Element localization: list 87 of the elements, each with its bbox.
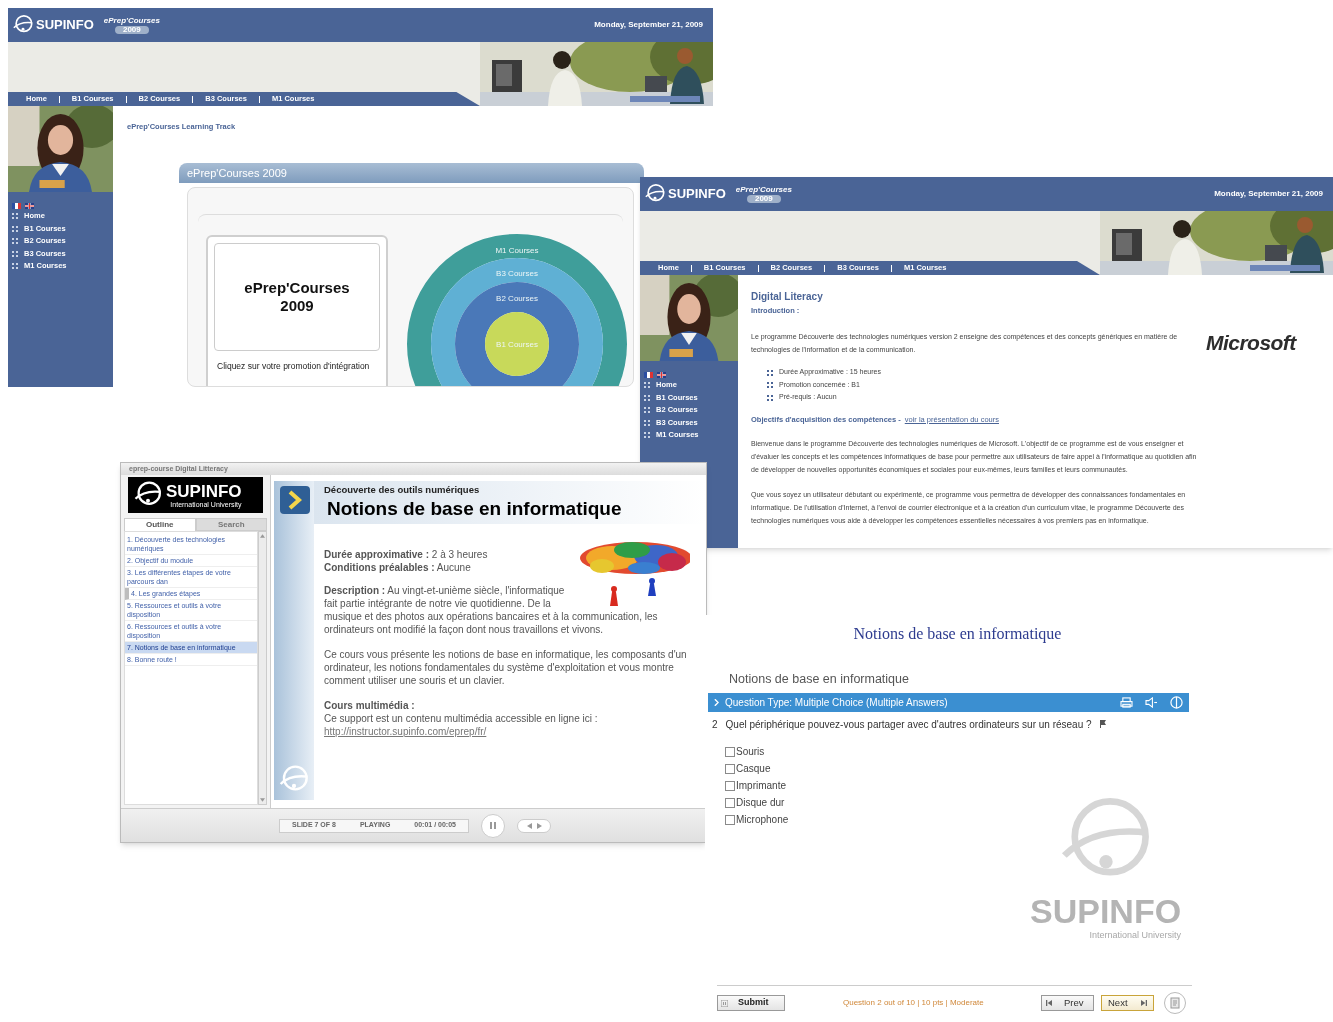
media-heading: Cours multimédia : <box>324 699 416 712</box>
bullet-icon <box>767 382 773 388</box>
media-link[interactable]: http://instructor.supinfo.com/eprep/fr/ <box>324 726 487 737</box>
results-button[interactable] <box>1164 992 1186 1014</box>
product-year: 2009 <box>114 25 149 34</box>
fact-text: Conditions préalables : Aucune <box>324 561 472 574</box>
slide-paragraph: Ce cours vous présente les notions de base en informatique, les composants d'un ordinateur, les notions fondamentales du système d'exploitation et vous montre comment utiliser une souris et un clavier. <box>324 648 688 687</box>
previous-icon <box>1046 1000 1052 1006</box>
question-text: Quel périphérique pouvez-vous partager avec d'autres ordinateurs sur un réseau ? <box>725 717 1092 732</box>
chevron-right-icon[interactable] <box>714 698 719 706</box>
option-label: Microphone <box>736 813 789 828</box>
checkbox[interactable] <box>725 797 735 808</box>
option-label: Disque dur <box>736 796 785 811</box>
background-tagline: International University <box>1089 929 1182 942</box>
ring-label: M1 Courses <box>495 246 539 256</box>
option-label: Casque <box>736 762 771 777</box>
flag-icon <box>12 203 21 209</box>
flag-icon[interactable] <box>1099 720 1106 729</box>
card-year: 2009 <box>280 297 314 316</box>
media-text: Ce support est un contenu multimédia accessible en ligne ici : <box>324 712 599 725</box>
document-icon <box>1170 997 1180 1009</box>
product-name: ePrep'Courses <box>735 185 792 194</box>
bullet-icon <box>12 225 18 232</box>
ring-label: B2 Courses <box>496 294 538 304</box>
checkbox[interactable] <box>725 763 735 774</box>
date-label: Monday, September 21, 2009 <box>594 19 703 31</box>
page-title: Digital Literacy <box>751 290 824 304</box>
bullet-icon <box>12 263 18 269</box>
next-button[interactable]: Next <box>1101 995 1154 1011</box>
logo-text: SUPINFO <box>166 482 242 500</box>
checkbox[interactable] <box>725 780 735 791</box>
pause-button[interactable] <box>481 813 505 838</box>
submit-button[interactable]: Submit <box>717 995 785 1011</box>
chevron-right-icon <box>280 486 310 514</box>
flag-icon <box>25 203 34 209</box>
bullet-icon <box>644 382 650 388</box>
date-label: Monday, September 21, 2009 <box>1214 188 1323 200</box>
previous-icon[interactable] <box>525 822 532 829</box>
ring-label: B1 Courses <box>496 340 538 350</box>
checkbox[interactable] <box>725 814 735 825</box>
question-type-label: Question Type: Multiple Choice (Multiple Answers) <box>725 695 949 710</box>
speaker-icon[interactable] <box>1145 696 1158 708</box>
info-icon[interactable] <box>1170 695 1183 709</box>
ring-label: B3 Courses <box>496 269 538 279</box>
product-name: ePrep'Courses <box>103 16 160 25</box>
partner-logo: Microsoft <box>1206 331 1296 354</box>
quiz-title: Notions de base en informatique <box>853 624 1062 645</box>
scroll-down-icon[interactable] <box>260 798 265 802</box>
bullet-icon <box>767 369 773 376</box>
slide-kicker: Découverte des outils numériques <box>324 483 481 497</box>
bullet-icon <box>644 407 650 413</box>
next-icon[interactable] <box>536 822 543 829</box>
panel-title: ePrep'Courses 2009 <box>179 163 644 184</box>
pause-icon <box>490 822 496 829</box>
tab[interactable]: Outline <box>124 518 196 531</box>
slide-title: Notions de base en informatique <box>327 497 623 522</box>
bullet-icon <box>644 394 650 401</box>
card-caption: Cliquez sur votre promotion d'intégration <box>216 361 371 372</box>
submit-icon <box>721 999 728 1007</box>
scroll-up-icon[interactable] <box>260 534 265 538</box>
checkbox[interactable] <box>725 746 735 757</box>
question-number: 2 <box>712 717 718 732</box>
prev-button[interactable]: Prev <box>1041 995 1094 1011</box>
option-label: Souris <box>736 745 765 760</box>
tab[interactable]: Search <box>195 518 267 531</box>
fact-text: Durée approximative : 2 à 3 heures <box>324 548 489 561</box>
bullet-icon <box>767 394 773 401</box>
slide-paragraph: Description : Au vingt-et-unième siècle, l'informatique fait partie intégrante de notre vie quotidienne. De la musique et des photos aux opérations bancaires et à la communication, les ordinateurs ont modifié la façon dont nous travaillons et vivons. <box>324 584 659 636</box>
background-logo: SUPINFO <box>1030 893 1182 929</box>
logo-text: SUPINFO <box>668 185 726 204</box>
bullet-icon <box>12 250 18 257</box>
section-title: Notions de base en informatique <box>729 671 910 688</box>
product-year: 2009 <box>746 194 781 203</box>
bullet-icon <box>644 432 650 438</box>
target-rings-drawing[interactable] <box>407 234 627 387</box>
scrollbar[interactable] <box>258 531 267 805</box>
bullet-icon <box>12 238 18 244</box>
printer-icon[interactable] <box>1120 696 1133 708</box>
flag-icon <box>657 372 666 378</box>
card-title: ePrep'Courses <box>244 279 350 298</box>
question-status: Question 2 out of 10 | 10 pts | Moderate <box>843 997 984 1009</box>
logo-text: SUPINFO <box>36 16 94 35</box>
bullet-icon <box>12 213 18 219</box>
option-label: Imprimante <box>736 779 786 794</box>
bullet-icon <box>644 419 650 426</box>
flag-icon <box>644 372 653 378</box>
next-icon <box>1141 1000 1147 1006</box>
